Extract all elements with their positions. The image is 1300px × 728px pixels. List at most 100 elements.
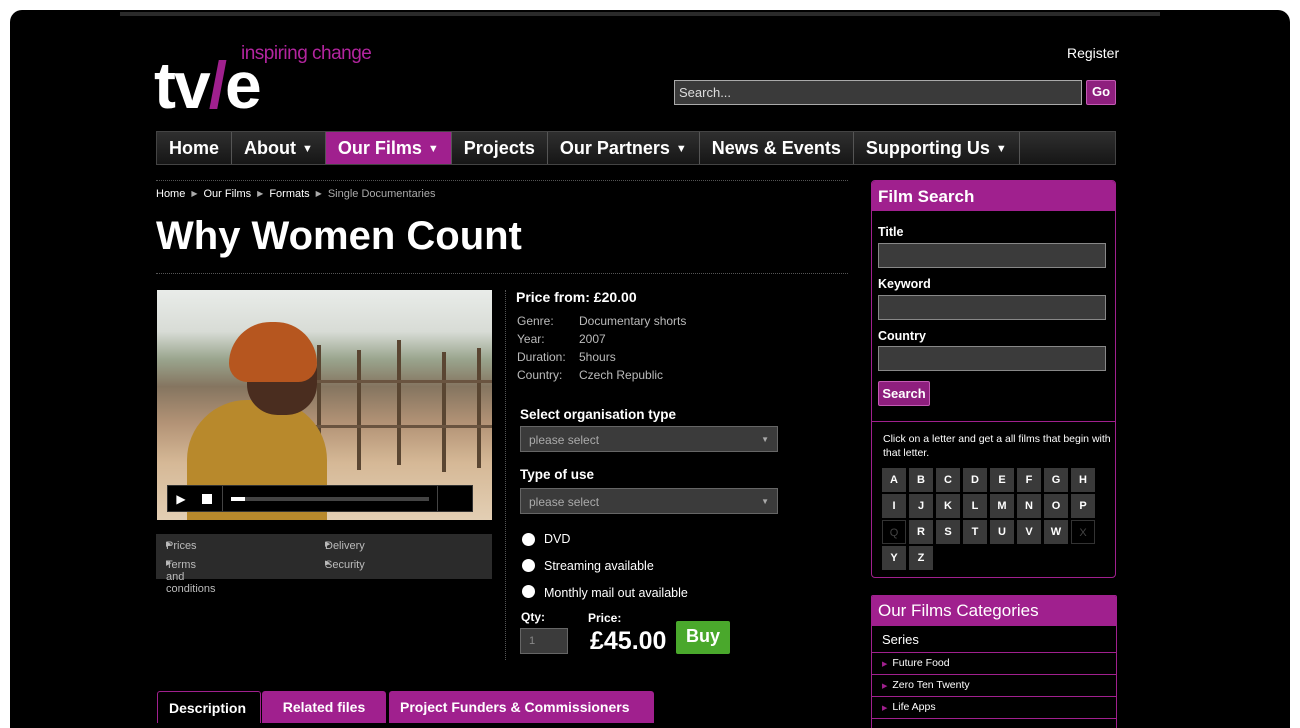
letter-q: Q (882, 520, 906, 544)
stop-icon[interactable] (194, 486, 220, 511)
film-search-title: Film Search (872, 181, 1115, 211)
film-search-panel: Film Search Title Keyword Country Search… (871, 180, 1116, 578)
letter-h[interactable]: H (1071, 468, 1095, 492)
tab-description[interactable]: Description (157, 691, 261, 723)
letter-r[interactable]: R (909, 520, 933, 544)
caret-down-icon: ▼ (995, 143, 1007, 155)
price-from: Price from: £20.00 (516, 289, 637, 305)
breadcrumb-item[interactable]: Formats (269, 188, 309, 200)
letter-e[interactable]: E (990, 468, 1014, 492)
letter-z[interactable]: Z (909, 546, 933, 570)
fence-post (357, 350, 361, 470)
letter-n[interactable]: N (1017, 494, 1041, 518)
letter-a[interactable]: A (882, 468, 906, 492)
category-item[interactable]: ▶ Life Apps (872, 696, 1116, 718)
radio-icon (522, 533, 535, 546)
logo-slash: / (208, 48, 227, 122)
org-type-select[interactable]: please select ▼ (520, 426, 778, 452)
price-label: Price: (588, 611, 622, 625)
volume-control[interactable] (440, 486, 472, 511)
logo-text-left: tv (154, 48, 211, 122)
nav-item-our-films[interactable]: Our Films ▼ (325, 132, 452, 164)
nav-item-supporting-us[interactable]: Supporting Us ▼ (854, 132, 1020, 164)
caret-down-icon: ▼ (427, 143, 439, 155)
progress-fill (231, 497, 245, 501)
breadcrumb-item[interactable]: Home (156, 188, 185, 200)
meta-key: Country: (517, 368, 563, 382)
letter-t[interactable]: T (963, 520, 987, 544)
top-border (120, 12, 1160, 16)
keyword-input[interactable] (878, 295, 1106, 320)
letter-v[interactable]: V (1017, 520, 1041, 544)
play-icon[interactable]: ▶ (168, 486, 194, 511)
letter-b[interactable]: B (909, 468, 933, 492)
letter-p[interactable]: P (1071, 494, 1095, 518)
breadcrumb-separator-icon: ▶ (191, 189, 198, 198)
use-type-select[interactable]: please select ▼ (520, 488, 778, 514)
meta-value: 2007 (579, 332, 606, 346)
letter-o[interactable]: O (1044, 494, 1068, 518)
nav-item-our-partners[interactable]: Our Partners ▼ (548, 132, 700, 164)
breadcrumb-item[interactable]: Our Films (204, 188, 252, 200)
divider (872, 421, 1115, 422)
progress-track (231, 497, 429, 501)
letter-m[interactable]: M (990, 494, 1014, 518)
letter-y[interactable]: Y (882, 546, 906, 570)
person-headwrap (229, 322, 317, 382)
tab-project-funders[interactable]: Project Funders & Commissioners (389, 691, 654, 723)
main-nav: Home About ▼ Our Films ▼ Projects Our Partners… (156, 131, 1116, 165)
fence-rail (307, 380, 492, 383)
letter-f[interactable]: F (1017, 468, 1041, 492)
breadcrumb: Home ▶ Our Films ▶ Formats ▶ Single Documentar… (156, 188, 435, 200)
letter-g[interactable]: G (1044, 468, 1068, 492)
letter-c[interactable]: C (936, 468, 960, 492)
logo[interactable]: tv/e (154, 52, 262, 118)
meta-value: Czech Republic (579, 368, 664, 382)
nav-item-news-events[interactable]: News & Events (700, 132, 854, 164)
price-value: £45.00 (590, 627, 667, 655)
film-search-button[interactable]: Search (878, 381, 930, 406)
fence-rail (307, 425, 492, 428)
register-link[interactable]: Register (1067, 45, 1119, 61)
search-input[interactable] (674, 80, 1082, 105)
caret-down-icon: ▼ (302, 143, 313, 155)
fence-post (397, 340, 401, 465)
category-item[interactable]: ▶ Zero Ten Twenty (872, 674, 1116, 696)
video-player[interactable]: ▶ (157, 290, 492, 520)
letter-grid: ABCDEFGH IJKLMNOP QRSTUVWX YZ (882, 468, 1098, 570)
letter-s[interactable]: S (936, 520, 960, 544)
letter-hint: Click on a letter and get a all films th… (883, 433, 1111, 459)
letter-w[interactable]: W (1044, 520, 1068, 544)
category-item[interactable]: ▶ Future Food (872, 652, 1116, 674)
logo-text-right: e (225, 48, 262, 122)
progress-bar[interactable] (222, 486, 438, 511)
title-input[interactable] (878, 243, 1106, 268)
radio-icon (522, 559, 535, 572)
categories-title: Our Films Categories (872, 596, 1116, 626)
divider (156, 180, 848, 181)
buy-button[interactable]: Buy (676, 621, 730, 654)
nav-item-projects[interactable]: Projects (452, 132, 548, 164)
categories-group: Series (882, 632, 919, 647)
letter-i[interactable]: I (882, 494, 906, 518)
meta-value: Documentary shorts (579, 314, 687, 328)
nav-item-home[interactable]: Home (157, 132, 233, 164)
letter-l[interactable]: L (963, 494, 987, 518)
meta-key: Genre: (517, 314, 554, 328)
letter-k[interactable]: K (936, 494, 960, 518)
qty-input[interactable]: 1 (520, 628, 568, 654)
letter-j[interactable]: J (909, 494, 933, 518)
divider (156, 273, 848, 274)
go-button[interactable]: Go (1086, 80, 1116, 105)
chevron-down-icon: ▼ (761, 435, 769, 444)
letter-u[interactable]: U (990, 520, 1014, 544)
nav-item-about[interactable]: About ▼ (232, 132, 326, 164)
tab-related-files[interactable]: Related files (262, 691, 386, 723)
breadcrumb-separator-icon: ▶ (315, 189, 322, 198)
divider-vertical (505, 290, 506, 660)
page-frame: inspiring change tv/e Register Go HomeAb… (10, 10, 1290, 728)
country-input[interactable] (878, 346, 1106, 371)
radio-icon (522, 585, 535, 598)
fence-post (442, 352, 446, 472)
letter-d[interactable]: D (963, 468, 987, 492)
